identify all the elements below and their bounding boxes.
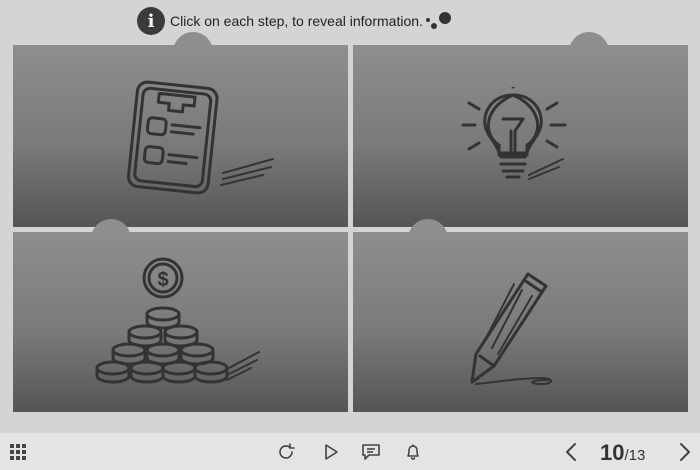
- replay-button[interactable]: [276, 433, 298, 470]
- replay-icon: [279, 442, 295, 459]
- info-icon: i: [137, 7, 165, 35]
- chevron-left-icon: [566, 442, 576, 461]
- coins-icon: $: [95, 257, 260, 384]
- instruction-text: Click on each step, to reveal informatio…: [170, 13, 423, 29]
- lightbulb-icon: [461, 87, 567, 180]
- step-panel-3[interactable]: $: [13, 219, 348, 412]
- svg-text:$: $: [157, 269, 168, 291]
- chevron-right-icon: [680, 442, 690, 461]
- footer-toolbar: 10/13: [0, 433, 700, 470]
- page-counter: 10/13: [600, 440, 645, 466]
- play-button[interactable]: [320, 433, 342, 470]
- checklist-icon: [126, 80, 274, 195]
- next-button[interactable]: [674, 433, 696, 470]
- comment-icon: [362, 443, 380, 460]
- step-panel-2[interactable]: [353, 32, 688, 227]
- play-icon: [325, 443, 338, 460]
- previous-button[interactable]: [560, 433, 582, 470]
- bell-icon: [407, 443, 419, 460]
- current-page: 10: [600, 440, 625, 465]
- comment-button[interactable]: [360, 433, 382, 470]
- step-panel-4[interactable]: [353, 219, 688, 412]
- bell-button[interactable]: [402, 433, 424, 470]
- dots-decoration-icon: [426, 12, 451, 29]
- grid-menu-button[interactable]: [6, 433, 30, 470]
- grid-menu-icon: [10, 443, 26, 460]
- step-panel-1[interactable]: [13, 32, 348, 227]
- pencil-icon: [470, 272, 552, 385]
- total-pages: /13: [624, 447, 646, 464]
